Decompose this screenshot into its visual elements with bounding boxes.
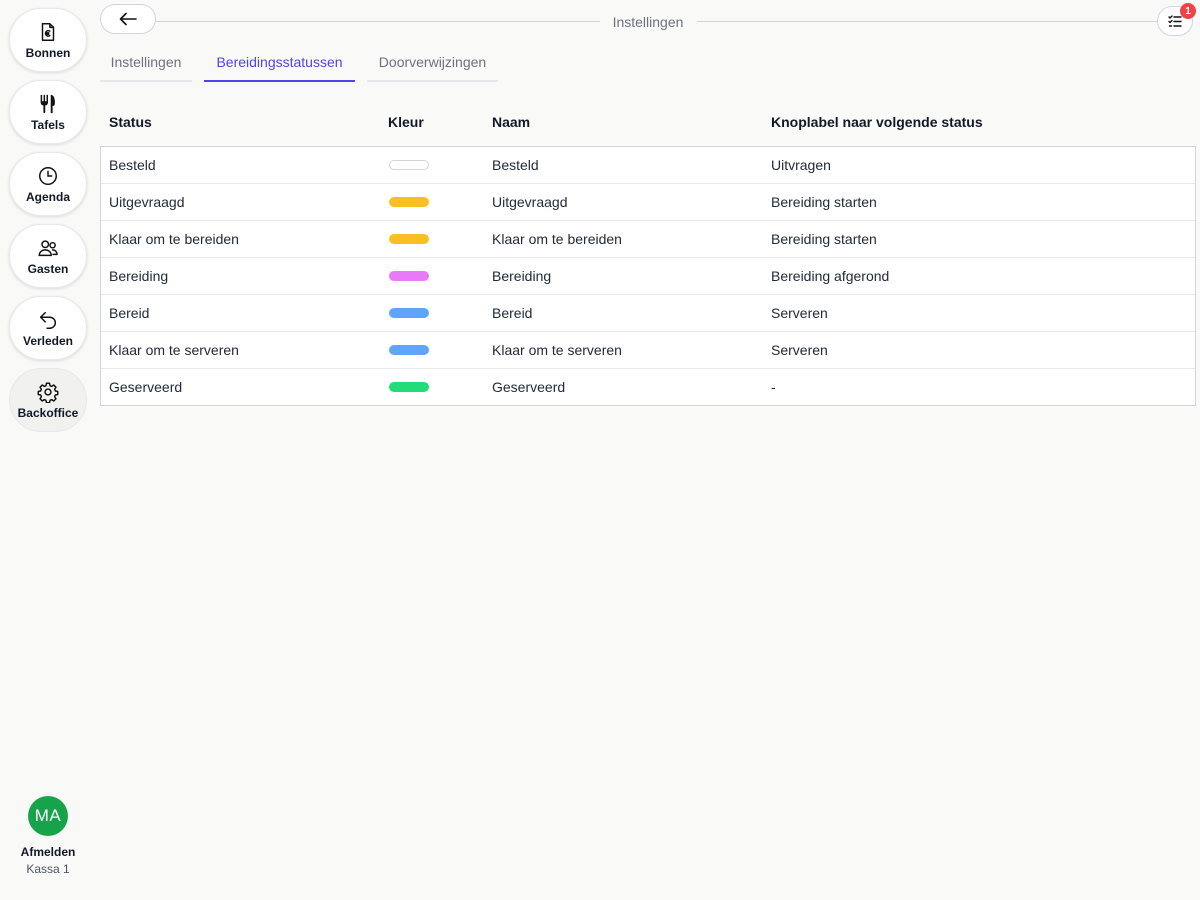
status-cell: Uitgevraagd [109,194,185,210]
sidebar-item-backoffice[interactable]: Backoffice [9,368,87,432]
logout-link[interactable]: Afmelden [21,845,76,859]
name-cell: Bereid [492,305,533,321]
status-table: Besteld Besteld Uitvragen Uitgevraagd Ui… [100,146,1196,406]
fork-knife-icon [40,94,55,113]
table-row[interactable]: Bereiding Bereiding Bereiding afgerond [101,258,1195,295]
arrow-left-icon [119,12,137,26]
color-swatch [389,234,429,244]
button-label-cell: Bereiding starten [771,231,877,247]
button-label-cell: Uitvragen [771,157,831,173]
sidebar-item-gasten[interactable]: Gasten [9,224,87,288]
sidebar-item-bonnen[interactable]: Bonnen [9,8,87,72]
sidebar-item-label: Agenda [25,189,70,204]
name-cell: Klaar om te serveren [492,342,622,358]
notification-badge: 1 [1180,3,1196,19]
color-swatch [389,197,429,207]
sidebar-item-label: Gasten [27,261,69,276]
sidebar-item-label: Backoffice [17,405,79,420]
avatar[interactable]: MA [28,796,68,836]
header-divider-left [156,21,600,22]
name-cell: Bereiding [492,268,552,284]
name-cell: Uitgevraagd [492,194,568,210]
table-row[interactable]: Geserveerd Geserveerd - [101,369,1195,406]
tab-doorverwijzingen[interactable]: Doorverwijzingen [367,46,498,82]
sidebar-item-tafels[interactable]: Tafels [9,80,87,144]
gear-icon [37,382,59,403]
user-block: MA Afmelden Kassa 1 [0,796,96,876]
sidebar: Bonnen Tafels Agenda Gasten Verleden Bac… [0,0,96,900]
status-cell: Bereiding [109,268,169,284]
users-icon [38,239,58,256]
register-name: Kassa 1 [26,862,70,876]
column-header-status: Status [109,114,152,130]
header-divider-right [697,21,1157,22]
name-cell: Besteld [492,157,539,173]
sidebar-item-verleden[interactable]: Verleden [9,296,87,360]
button-label-cell: Bereiding starten [771,194,877,210]
clock-icon [39,166,57,185]
name-cell: Klaar om te bereiden [492,231,622,247]
tab-instellingen[interactable]: Instellingen [100,46,192,82]
button-label-cell: - [771,379,776,395]
status-cell: Klaar om te serveren [109,342,239,358]
button-label-cell: Bereiding afgerond [771,268,890,284]
page-title: Instellingen [612,14,684,30]
button-label-cell: Serveren [771,342,828,358]
undo-arrow-icon [39,311,56,329]
sidebar-item-agenda[interactable]: Agenda [9,152,87,216]
color-swatch [389,382,429,392]
sidebar-item-label: Bonnen [25,45,71,60]
status-cell: Klaar om te bereiden [109,231,239,247]
status-cell: Besteld [109,157,156,173]
column-header-naam: Naam [492,114,531,130]
column-header-kleur: Kleur [388,114,424,130]
table-row[interactable]: Klaar om te serveren Klaar om te servere… [101,332,1195,369]
status-cell: Geserveerd [109,379,183,395]
column-header-knoplabel: Knoplabel naar volgende status [771,114,983,130]
color-swatch [389,308,429,318]
sidebar-item-label: Verleden [22,333,74,348]
back-button[interactable] [100,4,156,34]
table-row[interactable]: Besteld Besteld Uitvragen [101,147,1195,184]
receipt-euro-icon [41,22,55,41]
table-row[interactable]: Bereid Bereid Serveren [101,295,1195,332]
checklist-icon [1168,15,1182,27]
color-swatch [389,271,429,281]
color-swatch [389,345,429,355]
tab-bereidingsstatussen[interactable]: Bereidingsstatussen [204,46,355,82]
sidebar-item-label: Tafels [31,117,65,132]
name-cell: Geserveerd [492,379,566,395]
button-label-cell: Serveren [771,305,828,321]
status-cell: Bereid [109,305,150,321]
table-row[interactable]: Klaar om te bereiden Klaar om te bereide… [101,221,1195,258]
table-row[interactable]: Uitgevraagd Uitgevraagd Bereiding starte… [101,184,1195,221]
color-swatch [389,160,429,170]
